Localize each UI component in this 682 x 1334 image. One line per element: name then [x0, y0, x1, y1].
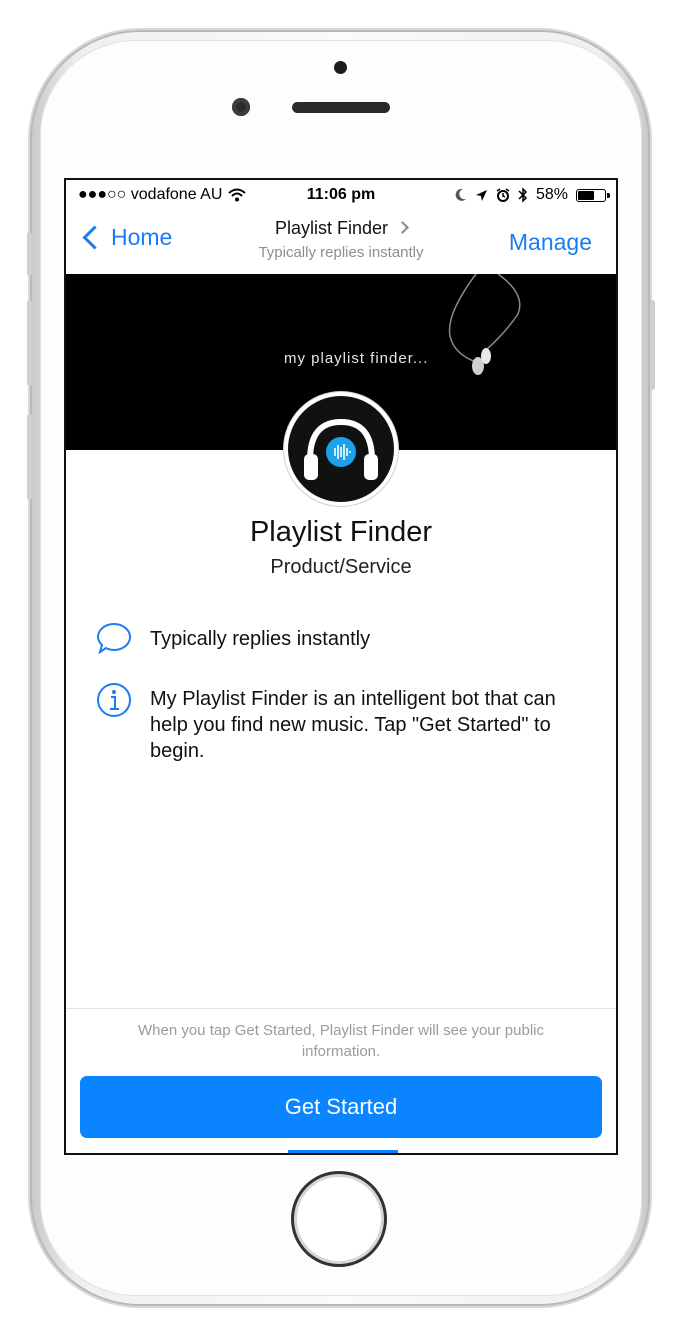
battery-percent: 58% — [535, 186, 568, 203]
divider — [66, 1008, 616, 1009]
power-button — [650, 300, 655, 390]
earphones-icon — [448, 274, 521, 375]
page-category: Product/Service — [270, 556, 412, 578]
headphones-logo-icon — [304, 418, 378, 480]
navigation-bar: Home Playlist Finder Typically replies i… — [66, 210, 616, 275]
chevron-right-icon — [396, 221, 409, 234]
screen: ●●●○○ vodafone AU 11:06 pm 58% Home Play… — [66, 180, 616, 1153]
about-text: My Playlist Finder is an intelligent bot… — [150, 688, 556, 762]
about-row: My Playlist Finder is an intelligent bot… — [96, 682, 570, 764]
battery-icon — [576, 188, 610, 202]
front-camera — [232, 98, 250, 116]
earpiece-speaker — [292, 102, 390, 113]
volume-down-button — [27, 414, 32, 500]
moon-icon — [455, 188, 466, 201]
reply-time-row: Typically replies instantly — [96, 620, 570, 656]
get-started-button[interactable]: Get Started — [80, 1076, 602, 1138]
alarm-icon — [496, 188, 510, 202]
mute-switch — [27, 232, 32, 276]
scroll-indicator — [288, 1150, 398, 1153]
status-right: 58% — [455, 186, 610, 204]
speech-bubble-icon — [96, 622, 132, 655]
volume-up-button — [27, 300, 32, 386]
reply-time-text: Typically replies instantly — [150, 628, 371, 650]
page-title: Playlist Finder — [249, 516, 433, 548]
cover-text: my playlist finder... — [284, 350, 429, 367]
manage-button[interactable]: Manage — [509, 229, 592, 256]
nav-title-text: Playlist Finder — [274, 218, 389, 238]
avatar — [284, 392, 398, 506]
privacy-disclaimer: When you tap Get Started, Playlist Finde… — [137, 1022, 545, 1060]
home-button[interactable] — [291, 1171, 387, 1267]
info-icon — [97, 683, 131, 717]
proximity-sensor — [334, 61, 347, 74]
bluetooth-icon — [518, 187, 528, 203]
location-arrow-icon — [475, 189, 487, 201]
status-bar: ●●●○○ vodafone AU 11:06 pm 58% — [66, 180, 616, 210]
